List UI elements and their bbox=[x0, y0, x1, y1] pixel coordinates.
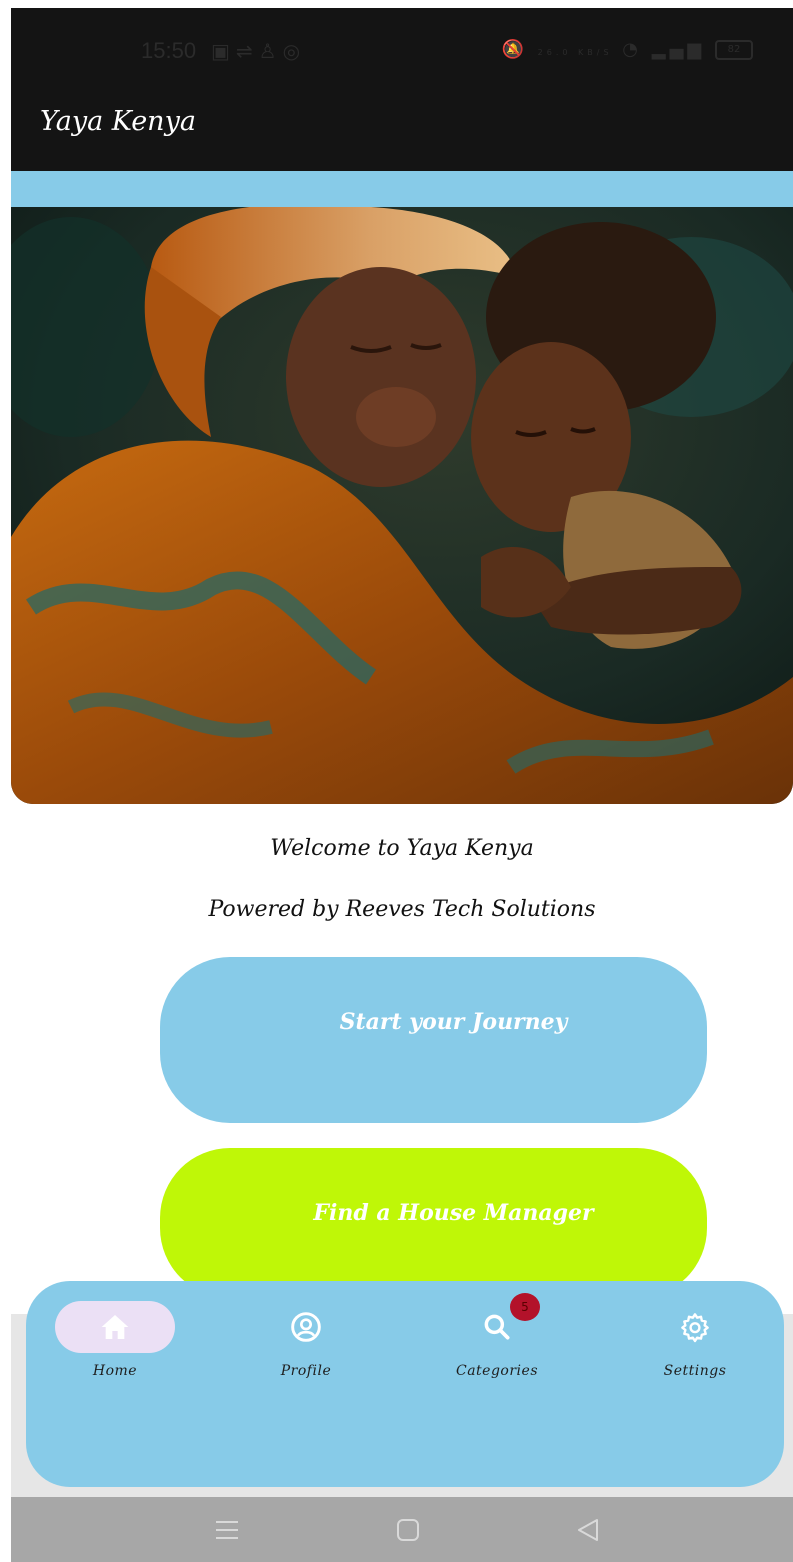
start-journey-label: Start your Journey bbox=[339, 1009, 568, 1035]
app-title: Yaya Kenya bbox=[40, 106, 196, 137]
find-house-manager-button[interactable]: Find a House Manager bbox=[160, 1148, 707, 1298]
instagram-icon: ◎ bbox=[282, 39, 307, 63]
nav-label-settings: Settings bbox=[663, 1363, 727, 1379]
nav-label-home: Home bbox=[92, 1363, 138, 1379]
notification-icons: ▣⇌♙◎ bbox=[211, 39, 306, 63]
home-square-icon[interactable] bbox=[395, 1517, 421, 1543]
welcome-subtitle: Powered by Reeves Tech Solutions bbox=[208, 897, 596, 922]
back-icon[interactable] bbox=[575, 1517, 601, 1543]
welcome-title: Welcome to Yaya Kenya bbox=[270, 836, 534, 861]
categories-badge: 5 bbox=[510, 1293, 540, 1321]
data-speed-icon: 26.0 KB/S bbox=[537, 48, 613, 57]
status-time: 15:50 bbox=[141, 38, 197, 63]
nav-active-indicator bbox=[55, 1301, 175, 1353]
header-strip bbox=[11, 171, 793, 207]
profile-icon: ♙ bbox=[258, 39, 283, 63]
nav-item-settings[interactable]: Settings bbox=[620, 1301, 770, 1379]
mother-and-child-painting bbox=[11, 207, 793, 804]
find-house-manager-label: Find a House Manager bbox=[313, 1200, 594, 1226]
gear-icon bbox=[681, 1313, 709, 1343]
nav-label-categories: Categories bbox=[456, 1363, 538, 1379]
bottom-navigation: Home Profile 5 Categories Settings bbox=[26, 1281, 784, 1487]
wifi-icon: ◔ bbox=[622, 39, 642, 60]
signal-icon: ▂▄▆ bbox=[651, 39, 706, 60]
mute-icon: 🔕 bbox=[501, 39, 528, 60]
menu-icon[interactable] bbox=[214, 1517, 240, 1543]
app-bar: Yaya Kenya bbox=[11, 88, 793, 171]
start-journey-button[interactable]: Start your Journey bbox=[160, 957, 707, 1123]
battery-icon: 82 bbox=[715, 40, 753, 60]
app-screen: 15:50 ▣⇌♙◎ 🔕 26.0 KB/S ◔ ▂▄▆ 82 Yaya Ken… bbox=[11, 8, 793, 1562]
nav-item-profile[interactable]: Profile bbox=[231, 1301, 381, 1379]
status-bar: 15:50 ▣⇌♙◎ 🔕 26.0 KB/S ◔ ▂▄▆ 82 bbox=[11, 8, 793, 88]
profile-icon bbox=[291, 1312, 321, 1342]
system-navigation-bar bbox=[11, 1497, 793, 1562]
nav-label-profile: Profile bbox=[280, 1363, 332, 1379]
nav-item-categories[interactable]: 5 Categories bbox=[422, 1293, 572, 1379]
home-icon bbox=[101, 1315, 129, 1339]
linkedin-icon: ▣ bbox=[211, 39, 236, 63]
nav-item-home[interactable]: Home bbox=[40, 1301, 190, 1379]
sync-icon: ⇌ bbox=[235, 39, 259, 63]
hero-image bbox=[11, 207, 793, 804]
search-icon bbox=[484, 1314, 510, 1340]
system-icons: 🔕 26.0 KB/S ◔ ▂▄▆ 82 bbox=[502, 39, 753, 60]
